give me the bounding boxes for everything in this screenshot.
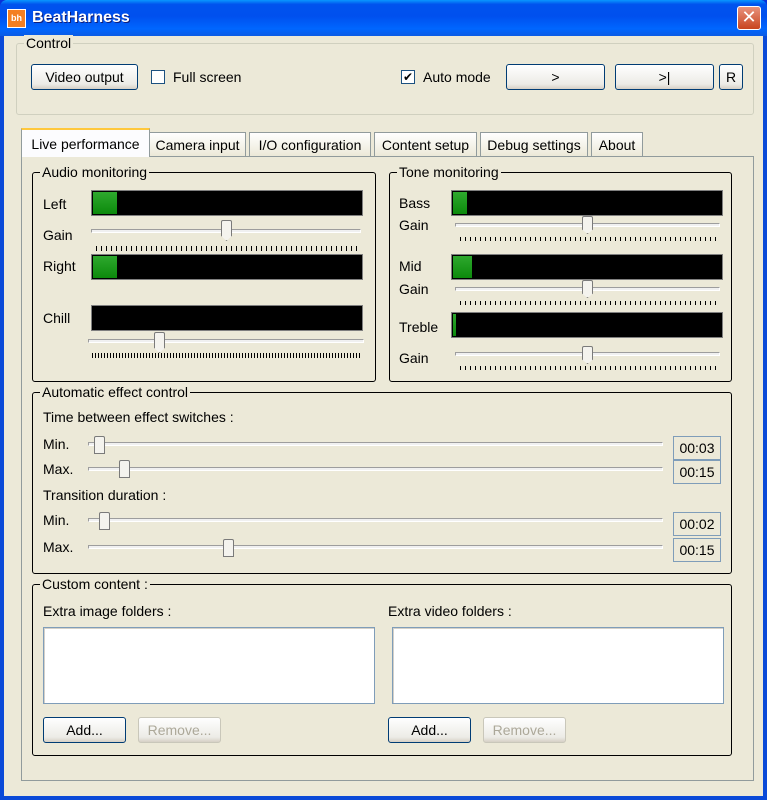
- remove-video-folder-button[interactable]: Remove...: [483, 717, 566, 743]
- right-level-meter: [91, 254, 363, 280]
- trans-min-slider[interactable]: [99, 512, 110, 530]
- bass-gain-ticks: [460, 237, 716, 241]
- switch-max-value: 00:15: [673, 460, 721, 484]
- bass-gain-label: Gain: [399, 217, 429, 233]
- next-effect-button[interactable]: >: [506, 64, 605, 90]
- chill-track: [88, 339, 364, 343]
- switch-min-slider[interactable]: [94, 436, 105, 454]
- mid-level-meter: [451, 254, 723, 280]
- switch-max-track: [88, 467, 663, 471]
- chill-level-meter: [91, 305, 363, 331]
- full-screen-checkbox[interactable]: [151, 70, 165, 84]
- app-icon: bh: [7, 9, 26, 28]
- audio-gain-ticks: [96, 246, 358, 251]
- video-output-button[interactable]: Video output: [31, 64, 138, 90]
- window-title: BeatHarness: [32, 9, 130, 26]
- add-video-folder-button[interactable]: Add...: [388, 717, 471, 743]
- trans-min-label: Min.: [43, 512, 70, 528]
- trans-min-track: [88, 518, 663, 522]
- mid-label: Mid: [399, 258, 422, 274]
- auto-mode-check-icon: ✔: [402, 70, 414, 84]
- switch-min-value: 00:03: [673, 436, 721, 460]
- transition-duration-label: Transition duration :: [43, 487, 167, 503]
- tab-debug-settings[interactable]: Debug settings: [480, 132, 588, 156]
- treble-level-fill: [453, 314, 456, 336]
- trans-max-slider[interactable]: [223, 539, 234, 557]
- main-window: bh BeatHarness ✕ Control Video output Fu…: [0, 0, 767, 800]
- switch-min-label: Min.: [43, 436, 70, 452]
- audio-monitoring-label: Audio monitoring: [40, 164, 150, 180]
- tone-monitoring-label: Tone monitoring: [397, 164, 501, 180]
- trans-min-value: 00:02: [673, 512, 721, 536]
- image-folders-list[interactable]: [43, 627, 375, 704]
- close-button[interactable]: ✕: [737, 6, 761, 30]
- left-level-meter: [91, 190, 363, 216]
- chill-ticks: [92, 353, 360, 358]
- bass-label: Bass: [399, 195, 431, 211]
- treble-gain-ticks: [460, 366, 716, 370]
- title-bar[interactable]: bh BeatHarness ✕: [0, 0, 767, 36]
- treble-label: Treble: [399, 319, 439, 335]
- treble-gain-label: Gain: [399, 350, 429, 366]
- control-group-label: Control: [24, 35, 74, 51]
- treble-level-meter: [451, 312, 723, 338]
- mid-gain-ticks: [460, 301, 716, 305]
- chill-label: Chill: [43, 310, 71, 326]
- video-folders-list[interactable]: [392, 627, 724, 704]
- tab-camera-input[interactable]: Camera input: [149, 132, 246, 156]
- automatic-effect-control-label: Automatic effect control: [40, 384, 191, 400]
- switch-min-track: [88, 442, 663, 446]
- tab-about[interactable]: About: [591, 132, 643, 156]
- switch-max-slider[interactable]: [119, 460, 130, 478]
- skip-to-end-button[interactable]: >|: [615, 64, 714, 90]
- mid-level-fill: [453, 256, 472, 278]
- trans-max-label: Max.: [43, 539, 74, 555]
- bass-level-fill: [453, 192, 467, 214]
- left-label: Left: [43, 196, 67, 212]
- left-level-fill: [93, 192, 117, 214]
- video-folders-label: Extra video folders :: [388, 603, 512, 619]
- mid-gain-label: Gain: [399, 281, 429, 297]
- trans-max-value: 00:15: [673, 538, 721, 562]
- image-folders-label: Extra image folders :: [43, 603, 172, 619]
- tab-content-setup[interactable]: Content setup: [374, 132, 477, 156]
- custom-content-label: Custom content :: [40, 576, 150, 592]
- remove-image-folder-button[interactable]: Remove...: [138, 717, 221, 743]
- right-label: Right: [43, 258, 76, 274]
- close-icon: ✕: [741, 7, 757, 27]
- tab-io-configuration[interactable]: I/O configuration: [249, 132, 371, 156]
- time-between-label: Time between effect switches :: [43, 409, 234, 425]
- trans-max-track: [88, 545, 663, 549]
- tab-live-performance[interactable]: Live performance: [21, 128, 150, 157]
- right-level-fill: [93, 256, 117, 278]
- reset-button[interactable]: R: [719, 64, 743, 90]
- full-screen-label: Full screen: [173, 69, 242, 85]
- switch-max-label: Max.: [43, 461, 74, 477]
- bass-level-meter: [451, 190, 723, 216]
- auto-mode-label: Auto mode: [423, 69, 491, 85]
- gain-label: Gain: [43, 227, 73, 243]
- add-image-folder-button[interactable]: Add...: [43, 717, 126, 743]
- auto-mode-checkbox[interactable]: ✔: [401, 70, 415, 84]
